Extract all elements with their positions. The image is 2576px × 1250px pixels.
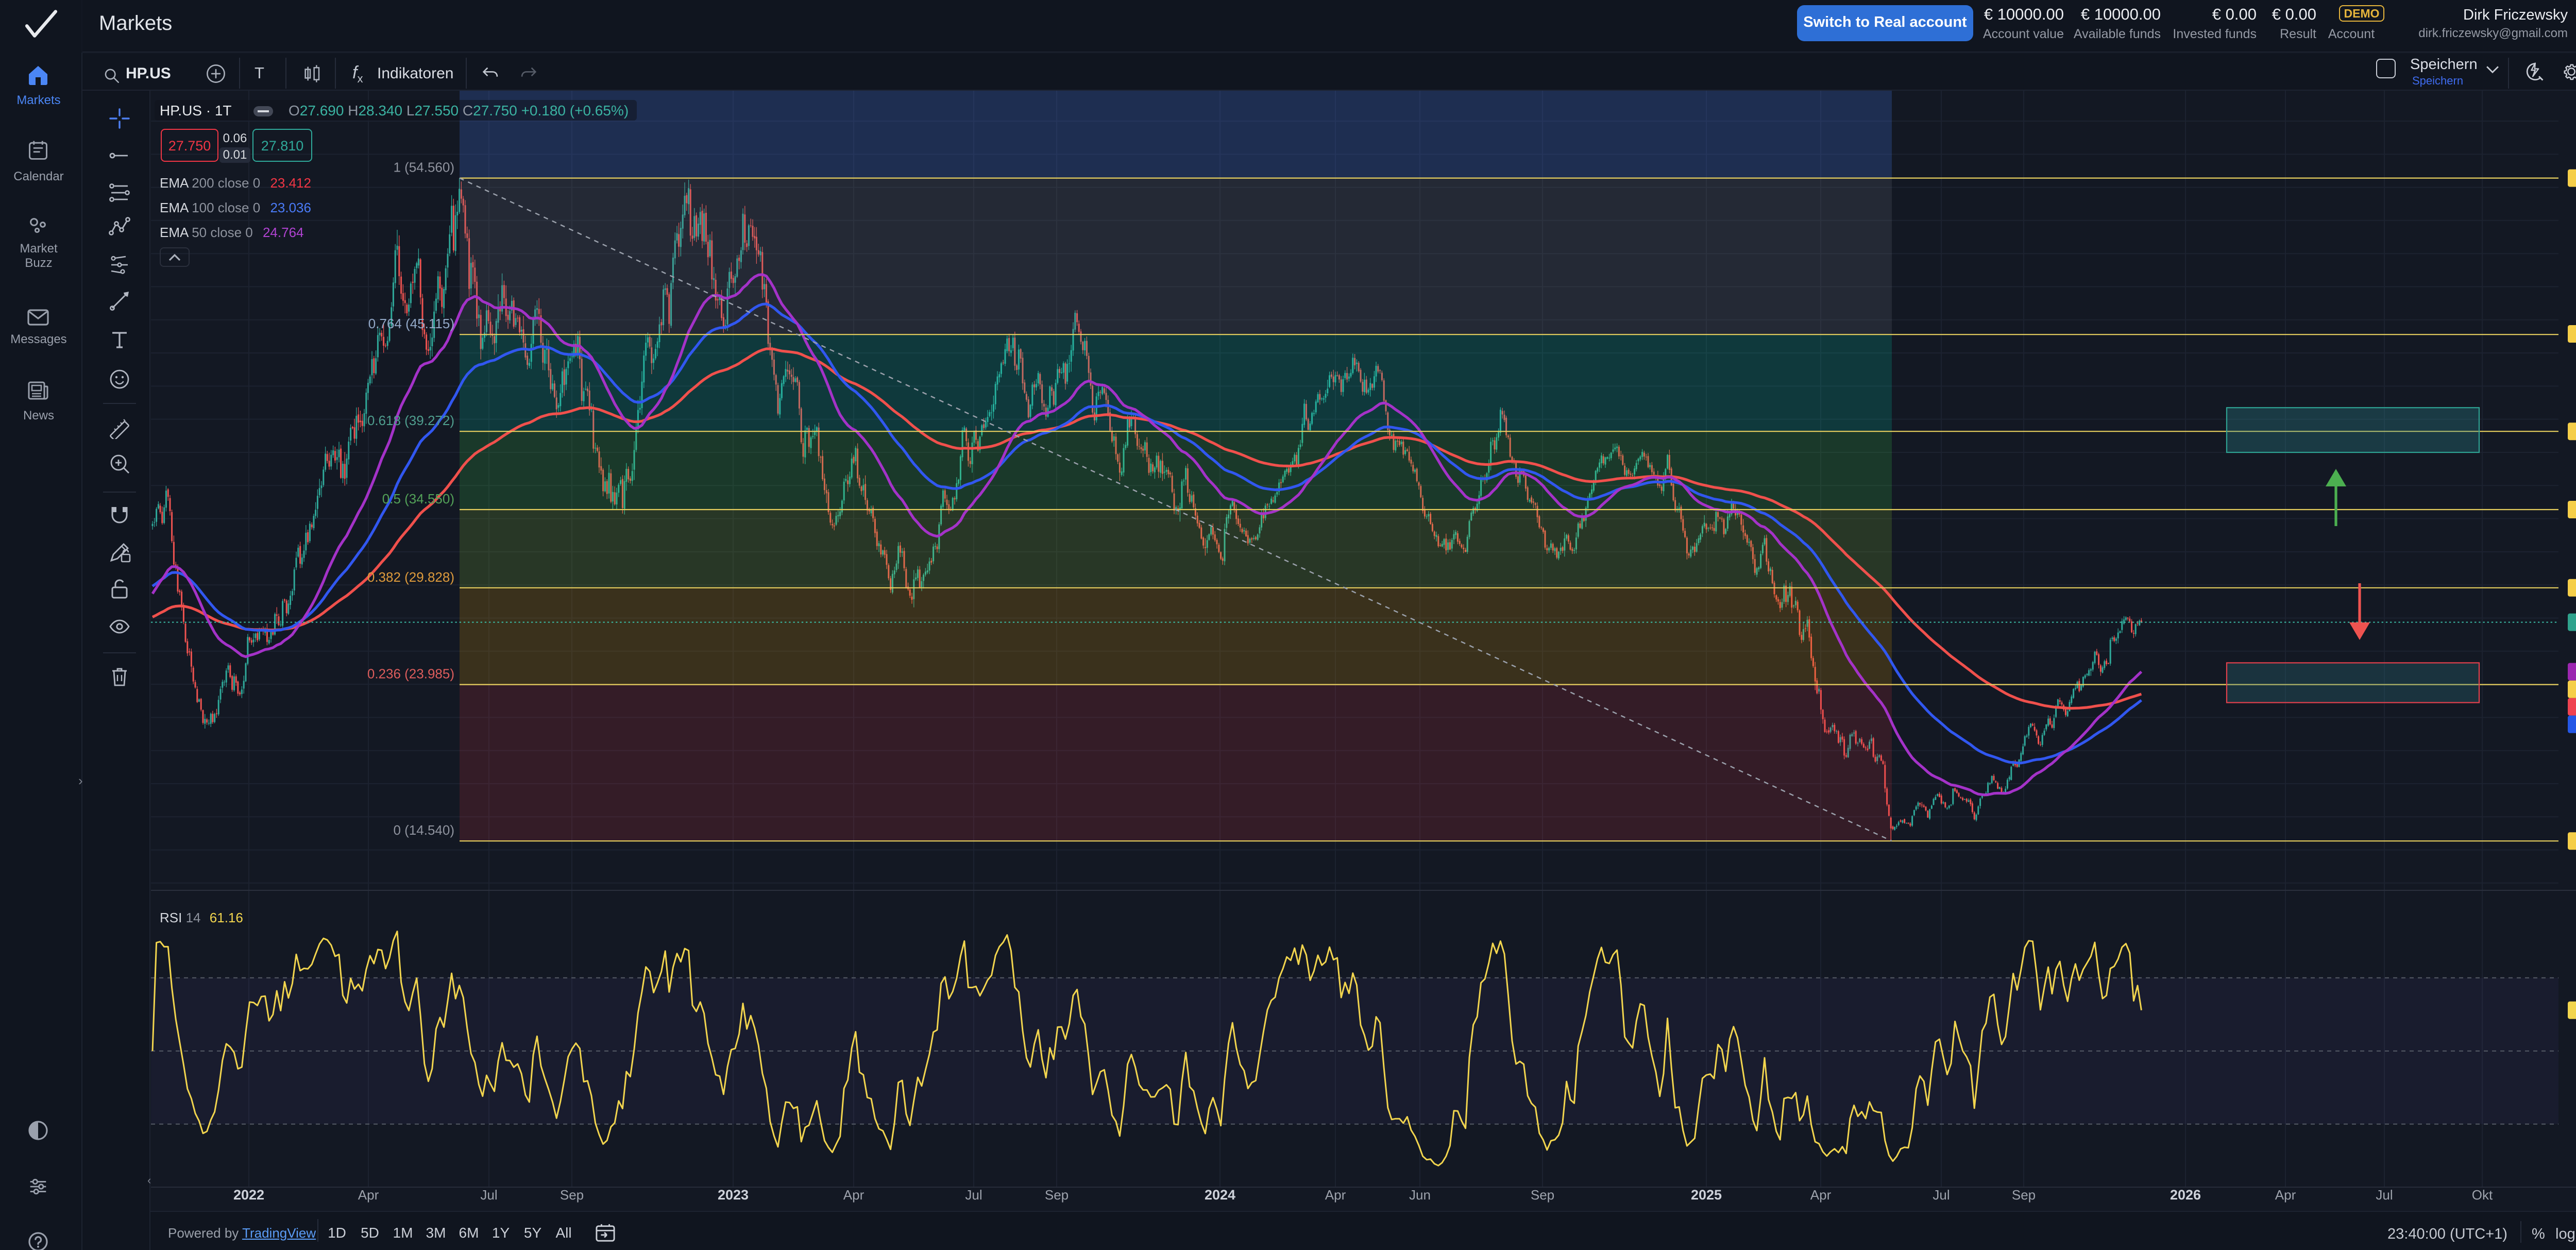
svg-text:Sep: Sep [2012, 1187, 2036, 1203]
svg-text:0.382 (29.828): 0.382 (29.828) [367, 569, 454, 585]
svg-text:Jul: Jul [1933, 1187, 1950, 1203]
svg-text:1 (54.560): 1 (54.560) [393, 160, 454, 175]
svg-text:2025: 2025 [1691, 1187, 1722, 1203]
svg-text:Sep: Sep [1045, 1187, 1069, 1203]
svg-text:Apr: Apr [843, 1187, 865, 1203]
svg-text:2022: 2022 [233, 1187, 264, 1203]
svg-text:Jul: Jul [2376, 1187, 2393, 1203]
svg-text:Apr: Apr [1810, 1187, 1832, 1203]
svg-text:Apr: Apr [358, 1187, 379, 1203]
svg-text:0 (14.540): 0 (14.540) [393, 822, 454, 838]
svg-text:2023: 2023 [718, 1187, 749, 1203]
svg-text:Sep: Sep [1531, 1187, 1554, 1203]
svg-text:0.236 (23.985): 0.236 (23.985) [367, 666, 454, 682]
svg-text:‹: ‹ [147, 1174, 151, 1187]
svg-text:Sep: Sep [560, 1187, 584, 1203]
svg-text:Jul: Jul [965, 1187, 982, 1203]
svg-text:Apr: Apr [2275, 1187, 2296, 1203]
svg-text:Jun: Jun [1409, 1187, 1431, 1203]
svg-text:0.618 (39.272): 0.618 (39.272) [367, 413, 454, 428]
svg-text:2026: 2026 [2170, 1187, 2201, 1203]
svg-text:Apr: Apr [1325, 1187, 1346, 1203]
svg-text:Okt: Okt [2472, 1187, 2493, 1203]
svg-text:2024: 2024 [1205, 1187, 1235, 1203]
svg-text:0.764 (45.115): 0.764 (45.115) [368, 316, 454, 331]
svg-text:Jul: Jul [480, 1187, 497, 1203]
svg-text:0.5 (34.550): 0.5 (34.550) [382, 491, 454, 506]
